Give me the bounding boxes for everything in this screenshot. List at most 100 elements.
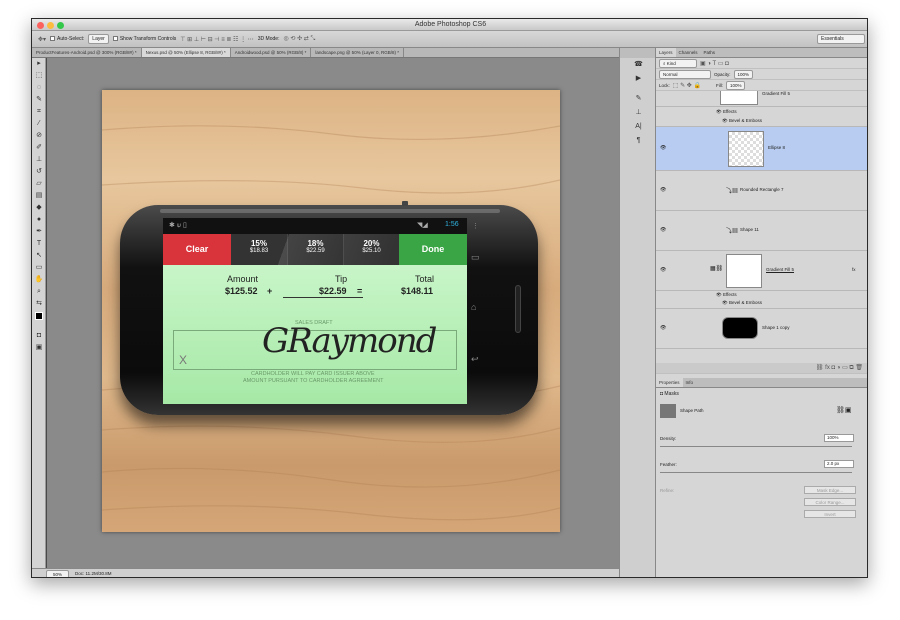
kind-filter-dropdown[interactable]: ⌕ Kind (659, 58, 697, 68)
density-slider[interactable] (660, 446, 852, 447)
doc-tab[interactable]: ProductFeatures-Android.psd @ 300% (RGB/… (32, 48, 142, 57)
move-tool-icon[interactable]: ▸ (32, 58, 46, 70)
eye-icon[interactable]: 👁 (660, 267, 666, 273)
fill-field[interactable]: 100% (725, 80, 746, 90)
auto-select-checkbox[interactable]: Auto-Select: (50, 36, 84, 42)
eye-icon[interactable]: 👁 (660, 187, 666, 193)
character-icon[interactable]: A| (620, 120, 657, 134)
auto-select-dropdown[interactable]: Layer (88, 34, 109, 44)
blend-mode-dropdown[interactable]: Normal (659, 69, 711, 79)
eye-icon[interactable]: 👁 (660, 325, 666, 331)
tab-properties[interactable]: Properties (656, 378, 683, 387)
tab-channels[interactable]: Channels (676, 48, 701, 57)
done-button[interactable]: Done (399, 234, 467, 265)
healing-tool-icon[interactable]: ⊘ (32, 130, 46, 142)
doc-tab[interactable]: Androidwood.psd @ 50% (RGB/8) * (231, 48, 312, 57)
3d-mode-icons[interactable]: ◎ ⟲ ✣ ⇄ ⤡ (283, 35, 315, 43)
zoom-tool-icon[interactable]: ⌕ (32, 286, 46, 298)
workspace-dropdown[interactable]: Essentials (817, 34, 865, 44)
move-tool-icon[interactable]: ✥▾ (38, 36, 46, 43)
shape-tool-icon[interactable]: ▭ (32, 262, 46, 274)
back-icon[interactable]: ↩ (471, 354, 479, 365)
options-bar: ✥▾ Auto-Select: Layer Show Transform Con… (32, 31, 867, 48)
type-tool-icon[interactable]: T (32, 238, 46, 250)
mask-edge-button[interactable]: Mask Edge... (804, 486, 856, 494)
recent-apps-icon[interactable]: ▭ (471, 252, 480, 263)
stamp-tool-icon[interactable]: ⊥ (32, 154, 46, 166)
pen-tool-icon[interactable]: ✒ (32, 226, 46, 238)
blur-tool-icon[interactable]: ◆ (32, 202, 46, 214)
zoom-field[interactable]: 50% (46, 570, 70, 577)
layer-row-selected[interactable]: 👁 Ellipse 8 (656, 127, 867, 171)
swap-colors-icon[interactable]: ⇆ (32, 298, 46, 310)
crop-tool-icon[interactable]: ⌗ (32, 106, 46, 118)
tip-18-button[interactable]: 18% $22.59 (287, 234, 343, 265)
history-icon[interactable]: ☎ (620, 58, 657, 72)
color-range-button[interactable]: Color Range... (804, 498, 856, 506)
doc-tab-active[interactable]: Nexus.psd @ 50% (Ellipse 8, RGB/8#) * (141, 48, 231, 57)
layer-thumbnail (726, 254, 762, 288)
eye-icon[interactable]: 👁 (660, 145, 666, 151)
layer-row[interactable]: 👁 ⤵▦ Shape 11 (656, 211, 867, 251)
close-window-button[interactable] (37, 22, 44, 29)
overflow-menu-icon[interactable]: ⋮ (472, 222, 479, 230)
quick-select-tool-icon[interactable]: ✎ (32, 94, 46, 106)
history-brush-icon[interactable]: ↺ (32, 166, 46, 178)
gradient-tool-icon[interactable]: ▤ (32, 190, 46, 202)
color-swatches[interactable] (32, 310, 46, 330)
signature-box[interactable]: X GRaymond (173, 321, 457, 370)
tip-20-button[interactable]: 20% $25.10 (343, 234, 399, 265)
zoom-window-button[interactable] (57, 22, 64, 29)
eraser-tool-icon[interactable]: ▱ (32, 178, 46, 190)
density-field[interactable]: 100% (824, 434, 854, 442)
align-icons[interactable]: ⊤ ⊞ ⊥ ⊢ ⊟ ⊣ ≡ ≣ ☷ ⋮ ⋯ (180, 36, 254, 43)
eye-icon[interactable]: 👁 (660, 227, 666, 233)
feather-slider[interactable] (660, 472, 852, 473)
actions-icon[interactable]: ▶ (620, 72, 657, 86)
layer-thumbnail (720, 91, 758, 105)
layer-row[interactable]: 👁 ⤵▦ Rounded Rectangle 7 (656, 171, 867, 211)
feather-field[interactable]: 2.0 px (824, 460, 854, 468)
shape-layer-icon: ⤵▦ (726, 229, 739, 235)
mask-mode-icons[interactable]: ⛓▣ (836, 406, 852, 414)
tools-panel: ▸ ⬚ ◌ ✎ ⌗ ⁄ ⊘ ✐ ⊥ ↺ ▱ ▤ ◆ ● ✒ T ↖ ▭ ✋ ⌕ … (32, 58, 46, 568)
brush-panel-icon[interactable]: ✎ (620, 92, 657, 106)
brush-tool-icon[interactable]: ✐ (32, 142, 46, 154)
tab-info[interactable]: Info (683, 378, 697, 387)
fx-icon[interactable]: fx (852, 267, 856, 272)
layer-row[interactable]: Gradient Fill 5 (656, 91, 867, 107)
tip-amount: $18.83 (249, 248, 269, 254)
opacity-field[interactable]: 100% (733, 69, 754, 79)
dodge-tool-icon[interactable]: ● (32, 214, 46, 226)
path-select-tool-icon[interactable]: ↖ (32, 250, 46, 262)
layer-action-icons[interactable]: ⛓ fx ◘ ◑ ▭ ⧉ 🗑 (816, 364, 863, 372)
lasso-tool-icon[interactable]: ◌ (32, 82, 46, 94)
layer-row[interactable]: 👁 Shape 1 copy (656, 309, 867, 349)
effects-label: 👁 Effects (716, 109, 737, 114)
marquee-tool-icon[interactable]: ⬚ (32, 70, 46, 82)
foreground-color[interactable] (35, 312, 43, 320)
screen-mode-icon[interactable]: ▣ (32, 342, 46, 354)
paragraph-icon[interactable]: ¶ (620, 134, 657, 148)
amount-label: Amount (227, 274, 259, 284)
notification-icons: ✱ ⍦ ▯ (169, 222, 187, 229)
layer-row[interactable]: 👁 ▦⛓ Gradient Fill 5 fx (656, 251, 867, 291)
transform-controls-checkbox[interactable]: Show Transform Controls (112, 36, 176, 42)
tab-layers[interactable]: Layers (656, 48, 676, 57)
lock-icons[interactable]: ⬚ ✎ ✥ 🔒 (673, 82, 701, 89)
invert-button[interactable]: Invert (804, 510, 856, 518)
tip-15-button[interactable]: 15% $18.83 (231, 234, 287, 265)
quick-mask-icon[interactable]: ◘ (32, 330, 46, 342)
refine-label: Refine: (660, 488, 675, 493)
clear-button[interactable]: Clear (163, 234, 231, 265)
hand-tool-icon[interactable]: ✋ (32, 274, 46, 286)
filter-icons[interactable]: ▣ ◑ T ▭ ◘ (700, 60, 729, 67)
clone-source-icon[interactable]: ⊥ (620, 106, 657, 120)
minimize-window-button[interactable] (47, 22, 54, 29)
tab-paths[interactable]: Paths (701, 48, 719, 57)
eyedropper-tool-icon[interactable]: ⁄ (32, 118, 46, 130)
home-icon[interactable]: ⌂ (471, 302, 476, 312)
doc-tab[interactable]: landscape.png @ 50% (Layer 0, RGB/8) * (311, 48, 404, 57)
layer-effects[interactable]: 👁 Effects 👁 Bevel & Emboss (656, 107, 867, 127)
layer-effects[interactable]: 👁 Effects 👁 Bevel & Emboss (656, 291, 867, 309)
